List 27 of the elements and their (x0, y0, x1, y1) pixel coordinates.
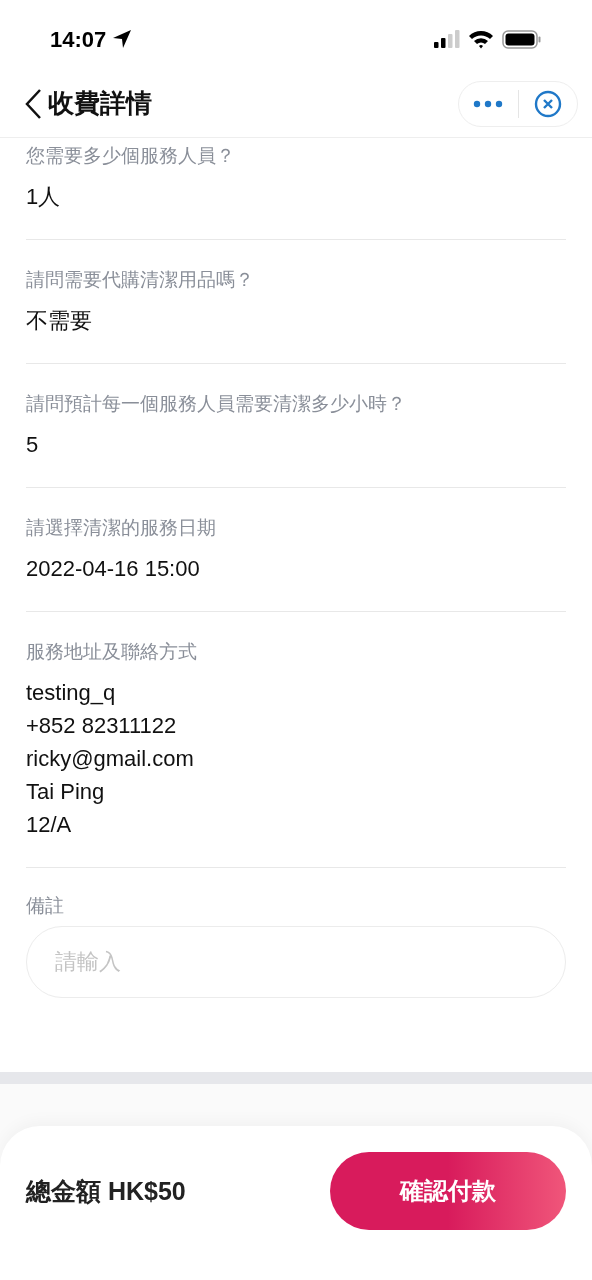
remarks-field[interactable]: 請輸入 (26, 926, 566, 998)
battery-icon (502, 29, 542, 49)
location-arrow-icon (112, 29, 133, 49)
close-icon (533, 89, 562, 118)
field-value: 2022-04-16 15:00 (26, 555, 201, 583)
field-value: 1人 (26, 183, 62, 211)
page-title: 收費詳情 (48, 87, 152, 120)
field-value: Tai Ping (26, 778, 106, 806)
field-label: 請問需要代購清潔用品嗎？ (26, 268, 255, 292)
field-value: testing_q (26, 679, 117, 707)
wifi-icon (468, 29, 494, 49)
field-value: 12/A (26, 811, 73, 839)
field-label: 請選擇清潔的服務日期 (26, 516, 217, 540)
field-label: 備註 (26, 894, 65, 918)
field-label: 您需要多少個服務人員？ (26, 144, 236, 168)
field-value: 5 (26, 431, 40, 459)
field-label: 服務地址及聯絡方式 (26, 640, 198, 664)
confirm-payment-button[interactable]: 確認付款 (330, 1152, 566, 1230)
field-value: ricky@gmail.com (26, 745, 195, 773)
back-icon[interactable] (24, 87, 44, 120)
more-icon (473, 99, 504, 108)
field-value: 不需要 (26, 307, 93, 335)
total-amount: 總金額 HK$50 (26, 1176, 186, 1207)
signal-icon (434, 30, 460, 48)
status-time: 14:07 (50, 25, 107, 54)
field-value: +852 82311122 (26, 712, 178, 740)
field-label: 請問預計每一個服務人員需要清潔多少小時？ (26, 392, 407, 416)
